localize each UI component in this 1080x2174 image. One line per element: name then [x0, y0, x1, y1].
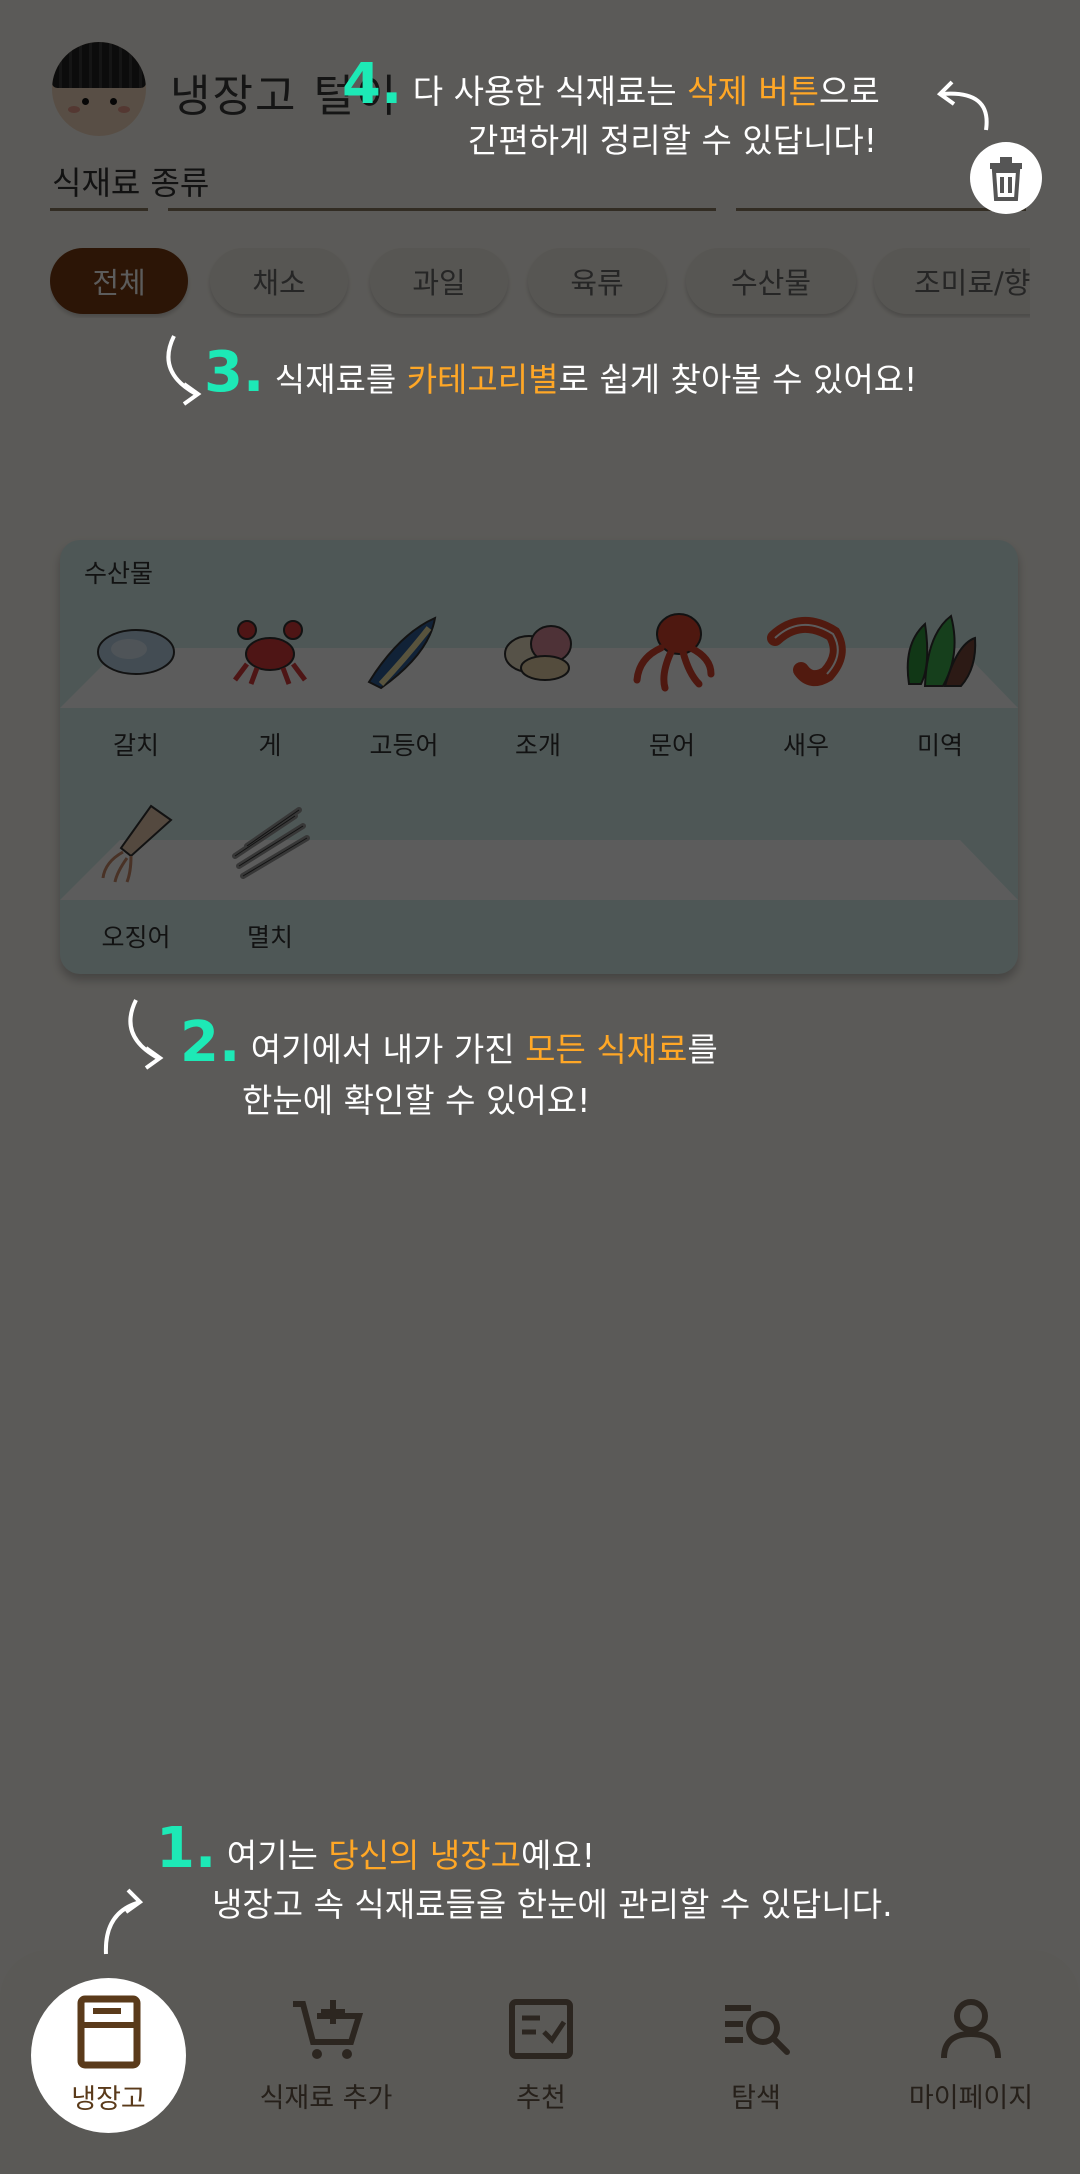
- divider: [736, 208, 1026, 211]
- tip-4-line2: 간편하게 정리할 수 있답니다!: [468, 121, 878, 160]
- ingredient-item[interactable]: 멸치: [210, 796, 330, 954]
- tip-text: 으로: [819, 72, 880, 111]
- ingredient-label: 문어: [648, 731, 695, 760]
- nav-fridge[interactable]: 냉장고: [31, 1978, 186, 2133]
- ingredient-item[interactable]: 조개: [478, 604, 598, 762]
- chip-all[interactable]: 전체: [50, 248, 188, 314]
- tip-highlight: 카테고리별: [406, 360, 559, 399]
- tip-highlight: 당신의 냉장고: [328, 1836, 521, 1875]
- category-chips: 전체 채소 과일 육류 수산물 조미료/향: [50, 248, 1030, 318]
- tip-number: 4.: [342, 52, 403, 117]
- nav-explore[interactable]: 탐색: [656, 1996, 856, 2115]
- chip-fruit[interactable]: 과일: [370, 248, 508, 314]
- shelf-title: 수산물: [84, 559, 154, 588]
- ingredient-item[interactable]: 고등어: [344, 604, 464, 762]
- divider: [168, 208, 716, 211]
- tip-number: 2.: [180, 1010, 241, 1075]
- ingredient-label: 오징어: [101, 923, 171, 952]
- ingredient-label: 게: [258, 731, 282, 760]
- ingredient-label: 조개: [514, 731, 561, 760]
- nav-recommend[interactable]: 추천: [441, 1996, 641, 2115]
- seaweed-icon: [906, 614, 977, 687]
- checklist-icon: [509, 1999, 573, 2059]
- nav-mypage-label: 마이페이지: [908, 2083, 1034, 2114]
- clam-icon: [504, 625, 572, 681]
- shelf-board: [60, 840, 1018, 900]
- tip-number: 3.: [204, 340, 265, 405]
- ingredient-item[interactable]: 게: [210, 604, 330, 762]
- delete-button[interactable]: [970, 142, 1042, 214]
- ingredient-label: 멸치: [246, 923, 293, 952]
- fridge-icon: [77, 1995, 140, 2069]
- tip-4: 4. 다 사용한 식재료는 삭제 버튼으로: [342, 57, 880, 115]
- tip-3: 3. 식재료를 카테고리별로 쉽게 찾아볼 수 있어요!: [204, 345, 918, 403]
- ingredient-item[interactable]: 새우: [746, 604, 866, 762]
- tip-2-line2: 한눈에 확인할 수 있어요!: [242, 1081, 591, 1120]
- ingredient-item[interactable]: 갈치: [76, 604, 196, 762]
- nav-add-ingredient[interactable]: 식재료 추가: [226, 1996, 426, 2115]
- chip-seasoning[interactable]: 조미료/향: [874, 248, 1030, 314]
- mackerel-icon: [367, 616, 437, 690]
- squid-icon: [101, 804, 173, 883]
- anchovy-icon: [232, 807, 310, 879]
- tip-text: 여기에서 내가 가진: [250, 1030, 526, 1069]
- divider: [50, 208, 148, 211]
- ingredient-shelf-panel: 수산물 갈치 게 고등어 조개 문어 새우 미역 오징어 멸치: [60, 540, 1018, 974]
- tip-text: 예요!: [520, 1836, 595, 1875]
- ingredient-item[interactable]: 문어: [612, 604, 732, 762]
- octopus-icon: [633, 613, 715, 692]
- nav-explore-label: 탐색: [731, 2083, 781, 2114]
- crab-icon: [233, 620, 307, 685]
- nav-fridge-label: 냉장고: [71, 2084, 146, 2115]
- tip-highlight: 모든 식재료: [525, 1030, 688, 1069]
- tip-text: 식재료를: [274, 360, 407, 399]
- user-icon: [941, 1999, 1001, 2059]
- tip-text: 를: [687, 1030, 718, 1069]
- avatar[interactable]: [52, 42, 146, 136]
- ingredient-label: 새우: [782, 731, 829, 760]
- ingredient-item[interactable]: 미역: [880, 604, 1000, 762]
- tip-1: 1. 여기는 당신의 냉장고예요!: [156, 1821, 595, 1879]
- tip-number: 1.: [156, 1816, 217, 1881]
- chip-vegetable[interactable]: 채소: [210, 248, 348, 314]
- trash-icon: [990, 157, 1022, 201]
- ingredient-item[interactable]: 오징어: [76, 796, 196, 954]
- curved-arrow-icon: [166, 335, 202, 406]
- nav-recommend-label: 추천: [516, 2083, 566, 2114]
- filter-label: 식재료 종류: [52, 164, 210, 202]
- tip-highlight: 삭제 버튼: [687, 72, 820, 111]
- fish-icon: [97, 629, 175, 675]
- tip-1-line2: 냉장고 속 식재료들을 한눈에 관리할 수 있답니다.: [212, 1885, 893, 1924]
- shrimp-icon: [767, 616, 846, 687]
- tip-text: 여기는: [226, 1836, 329, 1875]
- chip-seafood[interactable]: 수산물: [686, 248, 856, 314]
- ingredient-label: 갈치: [112, 731, 159, 760]
- tip-text: 로 쉽게 찾아볼 수 있어요!: [558, 360, 918, 399]
- search-list-icon: [725, 2005, 790, 2055]
- tip-2: 2. 여기에서 내가 가진 모든 식재료를: [180, 1015, 718, 1073]
- curved-arrow-icon: [103, 1888, 144, 1955]
- curved-arrow-icon: [936, 80, 989, 131]
- tip-text: 다 사용한 식재료는: [412, 72, 688, 111]
- chip-meat[interactable]: 육류: [528, 248, 666, 314]
- cart-plus-icon: [293, 2000, 364, 2059]
- nav-add-label: 식재료 추가: [259, 2083, 393, 2114]
- curved-arrow-icon: [128, 999, 164, 1070]
- ingredient-label: 미역: [916, 731, 963, 760]
- nav-mypage[interactable]: 마이페이지: [871, 1996, 1071, 2115]
- ingredient-label: 고등어: [369, 731, 439, 760]
